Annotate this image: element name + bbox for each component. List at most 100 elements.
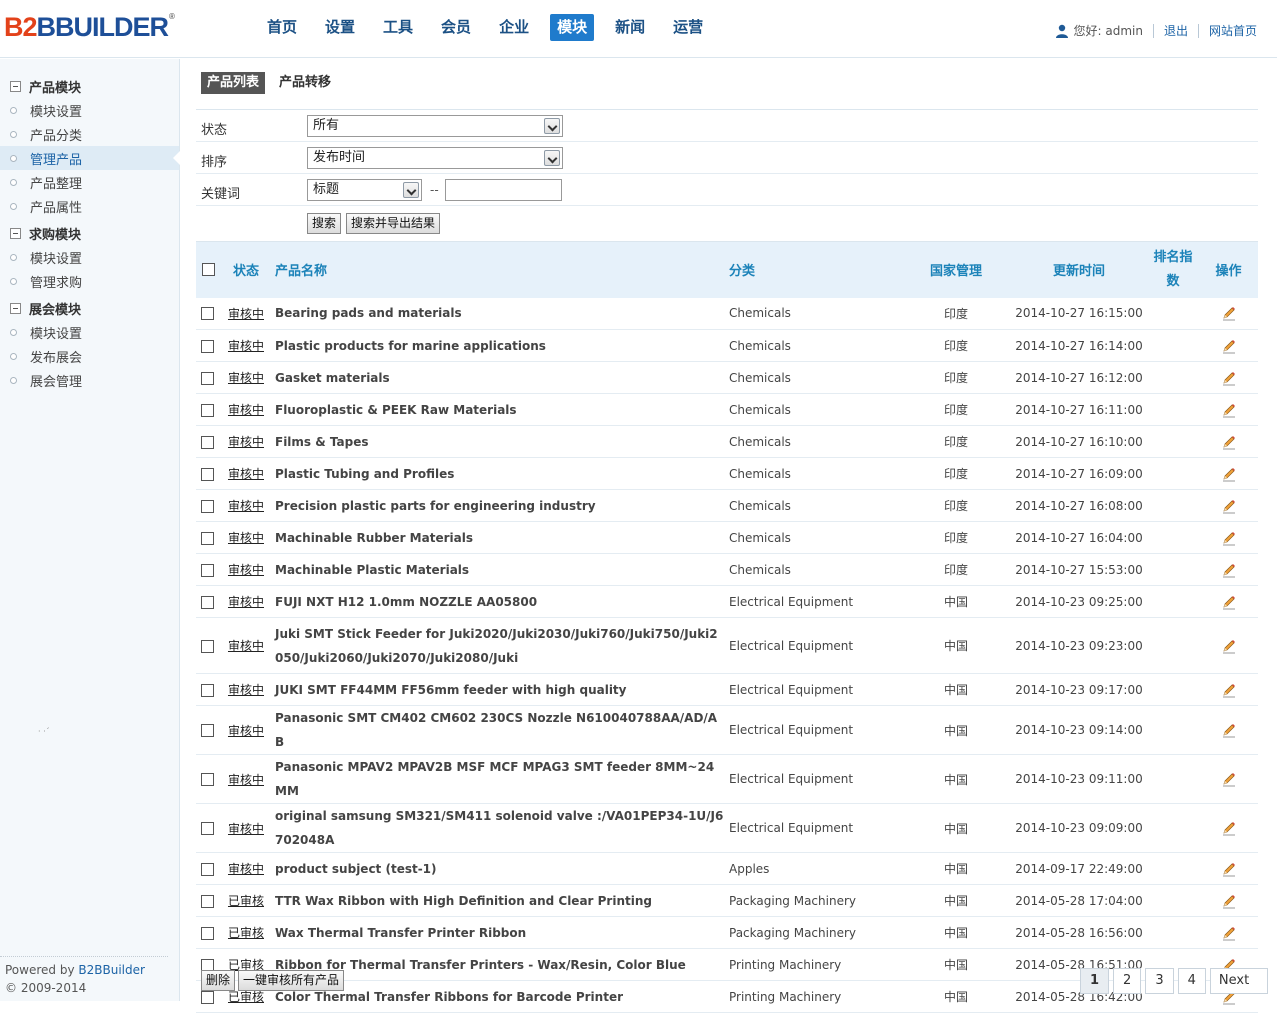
status-link[interactable]: 审核中 bbox=[228, 371, 264, 385]
nav-item[interactable]: 会员 bbox=[434, 14, 478, 41]
edit-pencil-icon[interactable] bbox=[1221, 594, 1237, 610]
edit-pencil-icon[interactable] bbox=[1221, 771, 1237, 787]
tab-product-list[interactable]: 产品列表 bbox=[201, 72, 266, 94]
row-checkbox[interactable] bbox=[201, 894, 214, 908]
row-checkbox[interactable] bbox=[201, 371, 214, 385]
status-link[interactable]: 审核中 bbox=[228, 822, 264, 836]
edit-pencil-icon[interactable] bbox=[1221, 466, 1237, 482]
keyword-field-select[interactable]: 标题 bbox=[307, 179, 422, 201]
edit-pencil-icon[interactable] bbox=[1221, 338, 1237, 354]
row-checkbox[interactable] bbox=[201, 435, 214, 449]
edit-pencil-icon[interactable] bbox=[1221, 434, 1237, 450]
row-checkbox[interactable] bbox=[201, 773, 214, 786]
status-link[interactable]: 审核中 bbox=[228, 339, 264, 353]
edit-pencil-icon[interactable] bbox=[1221, 498, 1237, 514]
approve-all-button[interactable]: 一键审核所有产品 bbox=[238, 970, 345, 991]
edit-pencil-icon[interactable] bbox=[1221, 722, 1237, 738]
sidebar-item[interactable]: 产品整理 bbox=[0, 170, 179, 194]
edit-pencil-icon[interactable] bbox=[1221, 893, 1237, 909]
status-link[interactable]: 已审核 bbox=[228, 894, 264, 908]
collapse-icon[interactable] bbox=[10, 227, 21, 239]
row-checkbox[interactable] bbox=[201, 339, 214, 353]
row-checkbox[interactable] bbox=[201, 990, 214, 1004]
edit-pencil-icon[interactable] bbox=[1221, 820, 1237, 836]
status-link[interactable]: 审核中 bbox=[228, 307, 264, 321]
edit-pencil-icon[interactable] bbox=[1221, 925, 1237, 941]
edit-pencil-icon[interactable] bbox=[1221, 370, 1237, 386]
select-all-checkbox[interactable] bbox=[202, 263, 215, 277]
nav-item[interactable]: 设置 bbox=[318, 14, 362, 41]
sidebar-item[interactable]: 模块设置 bbox=[0, 245, 179, 269]
nav-item[interactable]: 首页 bbox=[260, 14, 304, 41]
keyword-input[interactable] bbox=[445, 179, 562, 201]
sidebar-item[interactable]: 模块设置 bbox=[0, 320, 179, 344]
row-checkbox[interactable] bbox=[201, 563, 214, 577]
status-link[interactable]: 审核中 bbox=[228, 724, 264, 738]
row-checkbox[interactable] bbox=[201, 724, 214, 737]
search-button[interactable]: 搜索 bbox=[307, 213, 342, 234]
sidebar-item[interactable]: 产品分类 bbox=[0, 122, 179, 146]
row-checkbox[interactable] bbox=[201, 307, 214, 321]
row-checkbox[interactable] bbox=[201, 499, 214, 513]
status-link[interactable]: 审核中 bbox=[228, 862, 264, 876]
status-link[interactable]: 审核中 bbox=[228, 683, 264, 697]
row-checkbox[interactable] bbox=[201, 467, 214, 481]
status-link[interactable]: 审核中 bbox=[228, 563, 264, 577]
row-checkbox[interactable] bbox=[201, 639, 214, 653]
logout-link[interactable]: 退出 bbox=[1164, 22, 1188, 39]
sidebar-group-header[interactable]: 展会模块 bbox=[0, 296, 179, 320]
sidebar-item[interactable]: 发布展会 bbox=[0, 344, 179, 368]
site-home-link[interactable]: 网站首页 bbox=[1209, 22, 1257, 39]
sort-select[interactable]: 发布时间 bbox=[307, 147, 563, 169]
collapse-icon[interactable] bbox=[10, 302, 21, 314]
collapse-icon[interactable] bbox=[10, 80, 21, 92]
edit-pencil-icon[interactable] bbox=[1221, 530, 1237, 546]
nav-item[interactable]: 新闻 bbox=[608, 14, 652, 41]
row-checkbox[interactable] bbox=[201, 926, 214, 940]
page-button[interactable]: 4 bbox=[1177, 968, 1206, 994]
status-link[interactable]: 审核中 bbox=[228, 773, 264, 787]
search-export-button[interactable]: 搜索并导出结果 bbox=[346, 213, 441, 234]
status-link[interactable]: 审核中 bbox=[228, 403, 264, 417]
nav-item[interactable]: 工具 bbox=[376, 14, 420, 41]
row-checkbox[interactable] bbox=[201, 822, 214, 835]
powered-link[interactable]: B2BBuilder bbox=[78, 963, 145, 977]
status-link[interactable]: 已审核 bbox=[228, 926, 264, 940]
edit-pencil-icon[interactable] bbox=[1221, 638, 1237, 654]
status-link[interactable]: 已审核 bbox=[228, 990, 264, 1004]
sidebar-item[interactable]: 管理产品 bbox=[0, 146, 180, 170]
edit-pencil-icon[interactable] bbox=[1221, 861, 1237, 877]
status-link[interactable]: 审核中 bbox=[228, 435, 264, 449]
nav-item[interactable]: 运营 bbox=[666, 14, 710, 41]
status-link[interactable]: 审核中 bbox=[228, 639, 264, 653]
page-button[interactable]: 3 bbox=[1145, 968, 1174, 994]
delete-button[interactable]: 删除 bbox=[201, 970, 236, 991]
row-checkbox[interactable] bbox=[201, 683, 214, 697]
page-button[interactable]: 1 bbox=[1080, 968, 1110, 994]
next-page-button[interactable]: Next bbox=[1209, 968, 1268, 994]
row-checkbox[interactable] bbox=[201, 531, 214, 545]
edit-pencil-icon[interactable] bbox=[1221, 305, 1237, 321]
b2bbuilder-logo[interactable]: B2BBUILDER® bbox=[4, 12, 175, 48]
row-checkbox[interactable] bbox=[201, 403, 214, 417]
sidebar-group-header[interactable]: 求购模块 bbox=[0, 221, 179, 245]
status-link[interactable]: 审核中 bbox=[228, 467, 264, 481]
row-checkbox[interactable] bbox=[201, 595, 214, 609]
tab-product-transfer[interactable]: 产品转移 bbox=[273, 72, 337, 94]
sidebar-item[interactable]: 管理求购 bbox=[0, 269, 179, 293]
status-link[interactable]: 审核中 bbox=[228, 499, 264, 513]
nav-item[interactable]: 模块 bbox=[550, 14, 595, 41]
edit-pencil-icon[interactable] bbox=[1221, 402, 1237, 418]
nav-item[interactable]: 企业 bbox=[492, 14, 536, 41]
status-select[interactable]: 所有 bbox=[307, 115, 563, 137]
sidebar-group-header[interactable]: 产品模块 bbox=[0, 74, 179, 98]
sidebar-item[interactable]: 模块设置 bbox=[0, 98, 179, 122]
sidebar-item[interactable]: 展会管理 bbox=[0, 368, 179, 392]
sidebar-item[interactable]: 产品属性 bbox=[0, 194, 179, 218]
status-link[interactable]: 审核中 bbox=[228, 531, 264, 545]
status-link[interactable]: 审核中 bbox=[228, 595, 264, 609]
row-checkbox[interactable] bbox=[201, 862, 214, 876]
edit-pencil-icon[interactable] bbox=[1221, 562, 1237, 578]
edit-pencil-icon[interactable] bbox=[1221, 682, 1237, 698]
page-button[interactable]: 2 bbox=[1113, 968, 1142, 994]
